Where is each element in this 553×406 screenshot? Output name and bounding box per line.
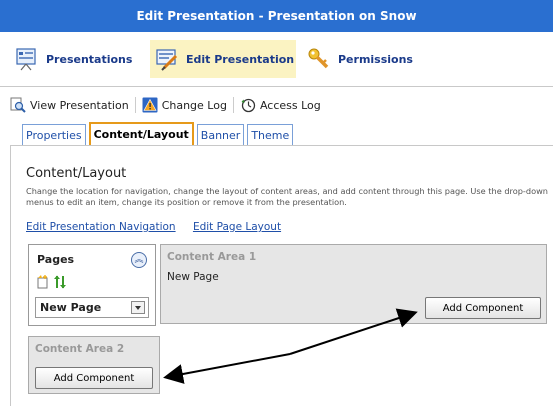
access-log-label: Access Log <box>259 98 321 112</box>
sub-tabs: Properties Content/Layout Banner Theme <box>22 122 296 145</box>
reorder-arrows-icon[interactable] <box>53 275 67 292</box>
tab-edit-presentation[interactable]: Edit Presentation <box>150 40 296 78</box>
content-area-1: Content Area 1 New Page Add Component <box>160 244 547 324</box>
page-select-value: New Page <box>40 301 102 314</box>
tab-edit-presentation-label: Edit Presentation <box>186 52 295 66</box>
new-page-icon[interactable] <box>37 275 49 292</box>
header-divider <box>0 86 553 87</box>
window-title: Edit Presentation - Presentation on Snow <box>0 0 553 32</box>
edit-presentation-icon <box>154 46 180 72</box>
clock-history-icon <box>240 97 256 113</box>
area-2-add-component-button[interactable]: Add Component <box>35 367 153 389</box>
area-1-add-component-button[interactable]: Add Component <box>425 297 541 319</box>
collapse-up-icon[interactable]: ︽ <box>131 252 147 268</box>
presentations-icon <box>14 46 40 72</box>
view-presentation-button[interactable]: View Presentation <box>0 94 135 116</box>
change-log-button[interactable]: Change Log <box>136 94 233 116</box>
warning-icon <box>142 97 158 113</box>
access-log-button[interactable]: Access Log <box>234 94 327 116</box>
tab-permissions[interactable]: Permissions <box>306 40 413 78</box>
content-area-1-page: New Page <box>167 271 219 283</box>
view-presentation-label: View Presentation <box>30 98 129 112</box>
pages-panel: Pages ︽ New Page <box>28 244 156 326</box>
permissions-key-icon <box>306 46 332 72</box>
pages-title: Pages <box>37 253 75 266</box>
chevron-down-icon[interactable] <box>131 301 145 314</box>
tab-presentations[interactable]: Presentations <box>14 40 132 78</box>
layout-links: Edit Presentation Navigation Edit Page L… <box>26 221 295 233</box>
magnifier-page-icon <box>10 97 26 113</box>
tab-properties[interactable]: Properties <box>22 124 86 145</box>
page-select[interactable]: New Page <box>35 297 149 318</box>
tab-theme[interactable]: Theme <box>247 124 294 145</box>
main-tabs: Presentations Edit Presentation Permissi… <box>0 32 553 86</box>
content-area-1-title: Content Area 1 <box>167 251 257 263</box>
tab-banner[interactable]: Banner <box>196 124 245 145</box>
content-area-2-title: Content Area 2 <box>35 343 125 355</box>
page-title: Content/Layout <box>26 166 127 181</box>
tab-presentations-label: Presentations <box>46 52 133 66</box>
change-log-label: Change Log <box>161 98 227 112</box>
edit-presentation-navigation-link[interactable]: Edit Presentation Navigation <box>26 221 176 233</box>
content-area-2: Content Area 2 Add Component <box>28 336 160 394</box>
edit-page-layout-link[interactable]: Edit Page Layout <box>193 221 281 233</box>
page-description: Change the location for navigation, chan… <box>26 186 548 207</box>
page-tools <box>37 275 67 292</box>
tab-content-layout[interactable]: Content/Layout <box>88 122 194 145</box>
toolbar: View Presentation Change Log Access Log <box>0 94 327 116</box>
tab-permissions-label: Permissions <box>338 52 413 66</box>
